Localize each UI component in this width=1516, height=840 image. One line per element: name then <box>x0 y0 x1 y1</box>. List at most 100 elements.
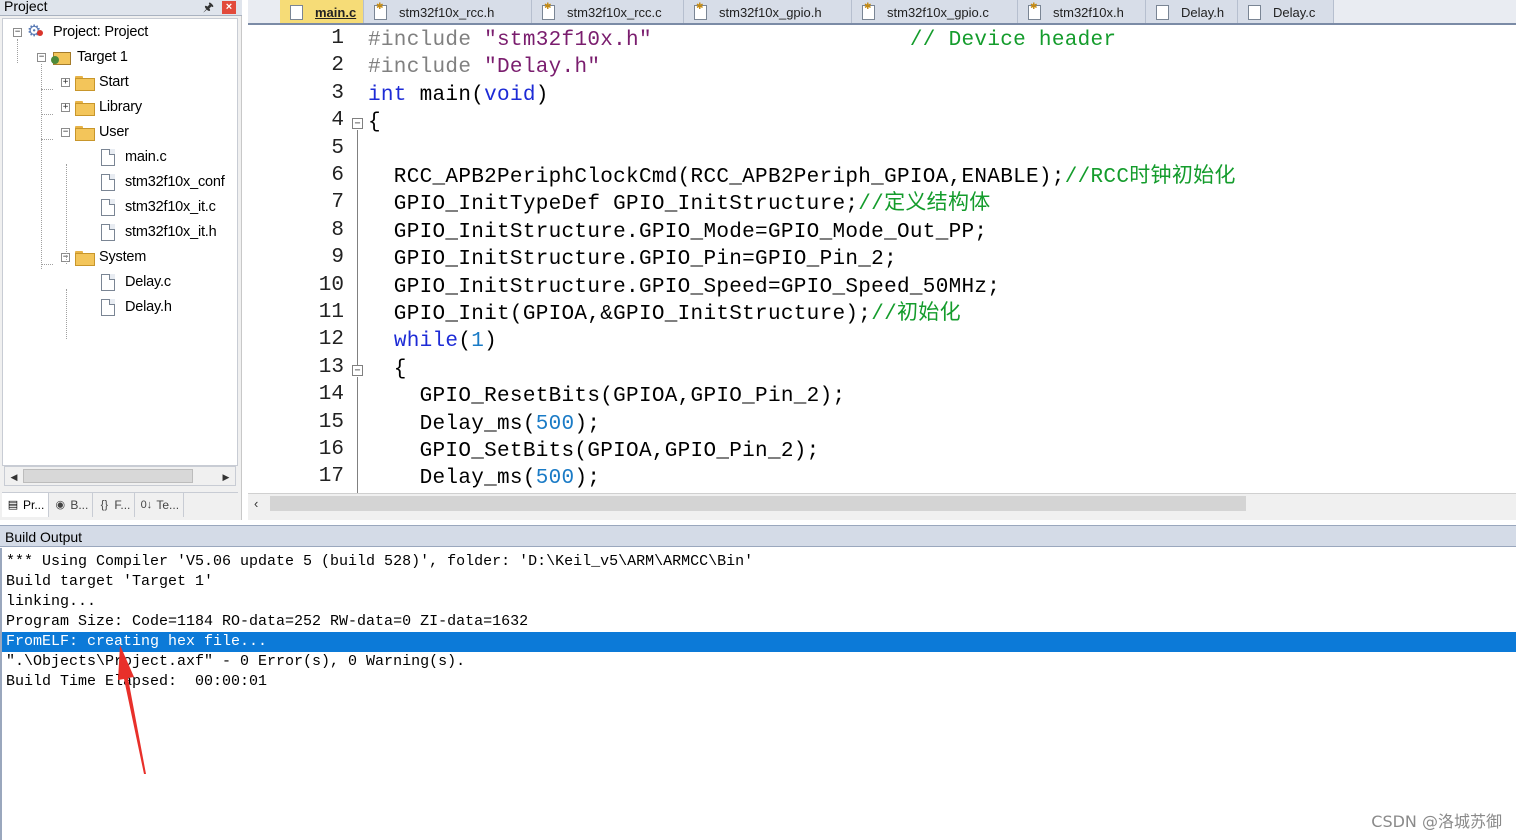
collapse-icon[interactable]: − <box>13 27 22 37</box>
file-tab-stm32f10x-rcc-h[interactable]: stm32f10x_rcc.h <box>364 0 532 23</box>
tree-item-project-project[interactable]: − Project: Project <box>13 21 148 43</box>
code-line[interactable]: { <box>368 356 407 383</box>
build-output-window[interactable]: *** Using Compiler 'V5.06 update 5 (buil… <box>0 548 1516 840</box>
code-token: GPIO_ResetBits(GPIOA,GPIO_Pin_2); <box>368 385 846 409</box>
file-icon <box>1248 4 1261 20</box>
code-line[interactable]: #include "stm32f10x.h" // Device header <box>368 27 1116 54</box>
tree-item-label: Library <box>99 99 142 115</box>
code-token: "stm32f10x.h" <box>484 29 652 52</box>
file-tab-delay-c[interactable]: Delay.c <box>1238 0 1334 23</box>
editor-horizontal-scrollbar[interactable]: ‹ <box>248 493 1516 513</box>
expand-icon[interactable]: + <box>61 102 70 112</box>
code-token: main( <box>406 83 485 107</box>
code-token: ); <box>574 412 601 436</box>
code-token: //定义结构体 <box>858 193 991 217</box>
code-line[interactable]: GPIO_InitStructure.GPIO_Pin=GPIO_Pin_2; <box>368 246 897 273</box>
code-line[interactable]: { <box>368 109 381 136</box>
header-file-icon <box>1028 1 1041 20</box>
build-output-line[interactable]: *** Using Compiler 'V5.06 update 5 (buil… <box>6 552 1516 572</box>
code-line[interactable]: RCC_APB2PeriphClockCmd(RCC_APB2Periph_GP… <box>368 164 1236 191</box>
code-token: GPIO_InitStructure.GPIO_Speed=GPIO_Speed… <box>368 275 1001 299</box>
project-tree: − Project: Project − Target 1 + Start + Library… <box>2 18 238 466</box>
collapse-icon[interactable]: − <box>37 52 46 62</box>
code-line[interactable]: GPIO_InitStructure.GPIO_Mode=GPIO_Mode_O… <box>368 219 987 246</box>
code-line[interactable]: Delay_ms(500); <box>368 411 600 438</box>
scrollbar-thumb[interactable] <box>23 469 193 483</box>
tree-item-main-c[interactable]: main.c <box>87 146 167 168</box>
line-number: 1 <box>331 27 344 50</box>
file-icon <box>101 173 115 191</box>
file-tab-label: Delay.c <box>1273 4 1316 20</box>
file-tab-stm32f10x-h[interactable]: stm32f10x.h <box>1018 0 1146 23</box>
code-line[interactable]: GPIO_SetBits(GPIOA,GPIO_Pin_2); <box>368 438 820 465</box>
project-icon <box>27 21 47 41</box>
code-token: while <box>393 330 459 354</box>
file-tab-delay-h[interactable]: Delay.h <box>1146 0 1238 23</box>
build-output-line[interactable]: Program Size: Code=1184 RO-data=252 RW-d… <box>6 612 1516 632</box>
tree-item-delay-c[interactable]: Delay.c <box>87 271 171 293</box>
code-line[interactable]: Delay_ms(500); <box>368 465 600 492</box>
tree-item-target-1[interactable]: − Target 1 <box>37 46 128 68</box>
code-line[interactable]: GPIO_InitStructure.GPIO_Speed=GPIO_Speed… <box>368 274 1000 301</box>
code-line[interactable]: #include "Delay.h" <box>368 54 600 81</box>
code-token: 500 <box>535 412 575 436</box>
file-tab-stm32f10x-gpio-c[interactable]: stm32f10x_gpio.c <box>852 0 1018 23</box>
tree-item-label: stm32f10x_it.h <box>125 224 217 240</box>
code-line[interactable]: GPIO_Init(GPIOA,&GPIO_InitStructure);//初… <box>368 301 961 328</box>
tree-item-stm32f10x-it-c[interactable]: stm32f10x_it.c <box>87 196 216 218</box>
file-tab-main-c[interactable]: main.c <box>280 0 364 23</box>
code-line[interactable]: int main(void) <box>368 82 549 109</box>
folder-icon <box>75 100 95 116</box>
file-tab-stm32f10x-gpio-h[interactable]: stm32f10x_gpio.h <box>684 0 852 23</box>
panel-tab-books[interactable]: ◉ B... <box>49 493 94 517</box>
code-line[interactable]: GPIO_ResetBits(GPIOA,GPIO_Pin_2); <box>368 383 845 410</box>
build-output-header: Build Output <box>0 525 1516 547</box>
code-token: ) <box>484 330 498 354</box>
tree-item-delay-h[interactable]: Delay.h <box>87 296 172 318</box>
code-token: Delay_ms( <box>368 412 536 436</box>
fold-toggle-icon[interactable]: − <box>352 365 363 376</box>
line-number: 8 <box>331 218 344 242</box>
file-tab-label: stm32f10x_gpio.h <box>719 4 822 20</box>
build-output-line-selected[interactable]: FromELF: creating hex file... <box>2 632 1516 652</box>
scrollbar-thumb[interactable] <box>270 496 1246 511</box>
tree-item-system[interactable]: − System <box>61 246 146 268</box>
panel-tab-project-window[interactable]: ▤ Pr... <box>2 493 50 517</box>
scroll-left-icon[interactable]: ◀ <box>7 470 21 484</box>
code-line[interactable]: GPIO_InitTypeDef GPIO_InitStructure;//定义… <box>368 191 991 218</box>
panel-tab-functions[interactable]: {} F... <box>93 493 136 517</box>
tree-item-start[interactable]: + Start <box>61 71 129 93</box>
code-token: "Delay.h" <box>484 56 601 80</box>
file-tab-label: stm32f10x.h <box>1053 4 1124 20</box>
tree-item-stm32f10x-conf[interactable]: stm32f10x_conf <box>87 171 225 193</box>
pin-icon[interactable]: 🖈 <box>203 0 214 19</box>
scroll-left-icon[interactable]: ‹ <box>254 496 258 511</box>
file-tab-label: Delay.h <box>1181 4 1225 20</box>
file-tab-stm32f10x-rcc-c[interactable]: stm32f10x_rcc.c <box>532 0 684 23</box>
tree-item-label: System <box>99 249 147 265</box>
code-line[interactable]: while(1) <box>368 328 497 355</box>
scroll-right-icon[interactable]: ▶ <box>219 470 233 484</box>
tree-item-stm32f10x-it-h[interactable]: stm32f10x_it.h <box>87 221 217 243</box>
build-output-line[interactable]: linking... <box>6 592 1516 612</box>
folder-icon <box>75 75 95 91</box>
tree-horizontal-scrollbar[interactable]: ◀ ▶ <box>4 466 236 486</box>
line-number: 3 <box>331 81 344 105</box>
code-token: RCC_APB2PeriphClockCmd(RCC_APB2Periph_GP… <box>368 166 1065 189</box>
collapse-icon[interactable]: − <box>61 127 70 137</box>
tree-item-label: stm32f10x_conf <box>125 174 225 190</box>
expand-icon[interactable]: + <box>61 77 70 87</box>
panel-tab-templates[interactable]: 0↓ Te... <box>135 493 185 517</box>
line-number: 5 <box>331 136 344 160</box>
build-output-line[interactable]: Build target 'Target 1' <box>6 572 1516 592</box>
file-tab-label: stm32f10x_rcc.c <box>567 4 662 20</box>
tree-item-library[interactable]: + Library <box>61 96 142 118</box>
build-output-line[interactable]: Build Time Elapsed: 00:00:01 <box>6 672 1516 692</box>
tree-item-user[interactable]: − User <box>61 121 129 143</box>
build-output-line[interactable]: ".\Objects\Project.axf" - 0 Error(s), 0 … <box>6 652 1516 672</box>
code-editor[interactable]: #include "stm32f10x.h" // Device header #… <box>368 27 1516 493</box>
close-icon[interactable]: × <box>222 1 236 14</box>
fold-toggle-icon[interactable]: − <box>352 118 363 129</box>
line-number: 13 <box>318 355 344 379</box>
